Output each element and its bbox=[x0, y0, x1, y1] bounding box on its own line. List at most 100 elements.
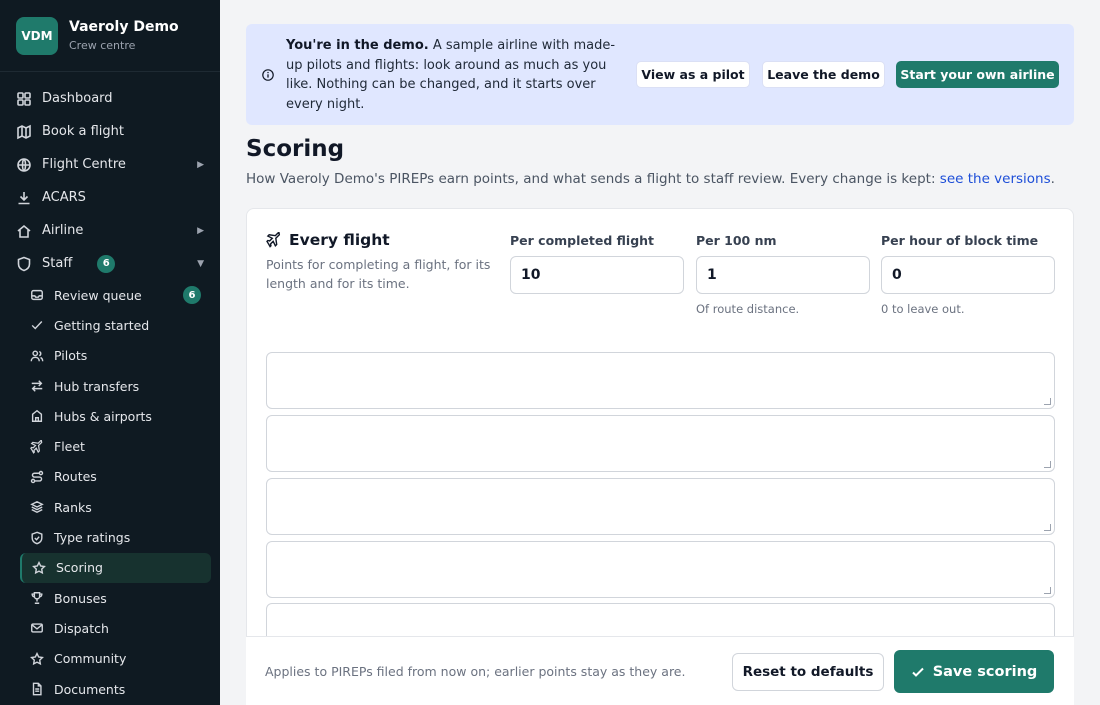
nav-label: ACARS bbox=[42, 190, 86, 205]
sidebar-item-label: Review queue bbox=[54, 287, 142, 303]
sidebar-item-label: Routes bbox=[54, 469, 97, 485]
page-description-text: How Vaeroly Demo's PIREPs earn points, a… bbox=[246, 171, 940, 187]
chevron-right-icon: ▶ bbox=[197, 159, 204, 170]
page-description-end: . bbox=[1050, 171, 1055, 187]
plane-icon bbox=[266, 232, 281, 248]
see-versions-link[interactable]: see the versions bbox=[940, 171, 1051, 187]
text-area[interactable] bbox=[266, 478, 1055, 535]
layers-icon bbox=[30, 500, 44, 514]
sidebar-item-type-ratings[interactable]: Type ratings bbox=[20, 522, 211, 552]
section-description: Points for completing a flight, for its … bbox=[266, 257, 491, 291]
nav-label: Airline bbox=[42, 223, 84, 238]
reset-defaults-button[interactable]: Reset to defaults bbox=[732, 653, 884, 691]
mail-icon bbox=[30, 621, 44, 635]
document-icon bbox=[30, 682, 44, 696]
sidebar-item-label: Type ratings bbox=[54, 530, 131, 546]
per-100nm-field: Per 100 nm 1 Of route distance. bbox=[696, 233, 870, 316]
sidebar-item-hubs-airports[interactable]: Hubs & airports bbox=[20, 401, 211, 431]
route-icon bbox=[30, 470, 44, 484]
save-scoring-label: Save scoring bbox=[932, 663, 1038, 680]
main-content: You're in the demo. A sample airline wit… bbox=[220, 0, 1100, 705]
dashboard-icon bbox=[16, 91, 32, 107]
save-scoring-button[interactable]: Save scoring bbox=[894, 650, 1054, 693]
staff-submenu: Review queue 6 Getting started Pilots Hu… bbox=[0, 280, 220, 704]
info-icon bbox=[262, 69, 274, 81]
every-flight-card: Every flight Points for completing a fli… bbox=[246, 208, 1074, 705]
plane-icon bbox=[30, 439, 44, 454]
per-completed-flight-input[interactable]: 10 bbox=[510, 256, 684, 294]
save-bar: Applies to PIREPs filed from now on; ear… bbox=[246, 636, 1074, 705]
staff-count-badge: 6 bbox=[97, 254, 116, 273]
brand[interactable]: VDM Vaeroly Demo Crew centre bbox=[0, 0, 220, 72]
transfer-icon bbox=[30, 379, 44, 393]
nav-item-dashboard[interactable]: Dashboard bbox=[0, 82, 220, 115]
main-nav: Dashboard Book a flight Flight Centre ▶ … bbox=[0, 82, 220, 704]
sidebar-item-label: Scoring bbox=[56, 560, 103, 576]
per-hour-block-input[interactable]: 0 bbox=[881, 256, 1055, 294]
field-help: 0 to leave out. bbox=[881, 302, 965, 316]
sidebar-item-label: Hubs & airports bbox=[54, 408, 152, 424]
sidebar-item-label: Fleet bbox=[54, 439, 85, 455]
nav-label: Book a flight bbox=[42, 124, 124, 139]
sidebar-item-pilots[interactable]: Pilots bbox=[20, 341, 211, 371]
sidebar-item-getting-started[interactable]: Getting started bbox=[20, 310, 211, 340]
inbox-icon bbox=[30, 288, 44, 302]
sidebar-item-dispatch[interactable]: Dispatch bbox=[20, 613, 211, 643]
home-icon bbox=[16, 223, 32, 239]
leave-demo-button[interactable]: Leave the demo bbox=[762, 61, 885, 88]
sidebar-item-label: Dispatch bbox=[54, 620, 109, 636]
field-help: Of route distance. bbox=[696, 302, 800, 316]
view-as-pilot-button[interactable]: View as a pilot bbox=[636, 61, 750, 88]
demo-banner-lead: You're in the demo. bbox=[286, 38, 429, 53]
sidebar-item-hub-transfers[interactable]: Hub transfers bbox=[20, 371, 211, 401]
shield-check-icon bbox=[30, 531, 44, 545]
star-outline-icon bbox=[30, 651, 44, 666]
nav-item-book-a-flight[interactable]: Book a flight bbox=[0, 115, 220, 148]
text-area[interactable] bbox=[266, 352, 1055, 409]
users-icon bbox=[30, 349, 44, 363]
sidebar-item-community[interactable]: Community bbox=[20, 644, 211, 674]
check-icon bbox=[911, 667, 924, 677]
nav-label: Flight Centre bbox=[42, 157, 126, 172]
per-100nm-input[interactable]: 1 bbox=[696, 256, 870, 294]
review-count-badge: 6 bbox=[183, 286, 201, 304]
nav-item-flight-centre[interactable]: Flight Centre ▶ bbox=[0, 148, 220, 181]
sidebar-item-ranks[interactable]: Ranks bbox=[20, 492, 211, 522]
sidebar-item-documents[interactable]: Documents bbox=[20, 674, 211, 704]
brand-logo: VDM bbox=[16, 16, 58, 55]
text-area[interactable] bbox=[266, 415, 1055, 472]
sidebar-item-bonuses[interactable]: Bonuses bbox=[20, 583, 211, 613]
sidebar: VDM Vaeroly Demo Crew centre Dashboard B… bbox=[0, 0, 220, 705]
demo-banner-text: You're in the demo. A sample airline wit… bbox=[286, 36, 631, 114]
nav-item-airline[interactable]: Airline ▶ bbox=[0, 214, 220, 247]
field-label: Per 100 nm bbox=[696, 233, 777, 248]
sidebar-item-review-queue[interactable]: Review queue 6 bbox=[20, 280, 211, 310]
sidebar-item-fleet[interactable]: Fleet bbox=[20, 431, 211, 461]
page-title: Scoring bbox=[246, 136, 345, 162]
brand-subtitle: Crew centre bbox=[69, 39, 136, 52]
section-title: Every flight bbox=[289, 231, 390, 249]
text-area[interactable] bbox=[266, 541, 1055, 598]
nav-label: Dashboard bbox=[42, 91, 113, 106]
sidebar-item-label: Bonuses bbox=[54, 590, 107, 606]
sidebar-item-label: Hub transfers bbox=[54, 378, 140, 394]
shield-icon bbox=[16, 256, 32, 272]
nav-item-acars[interactable]: ACARS bbox=[0, 181, 220, 214]
brand-name: Vaeroly Demo bbox=[69, 19, 179, 35]
sidebar-item-routes[interactable]: Routes bbox=[20, 462, 211, 492]
nav-item-staff[interactable]: Staff 6 ▼ bbox=[0, 247, 220, 280]
check-icon bbox=[30, 318, 44, 332]
nav-label: Staff bbox=[42, 256, 73, 271]
sidebar-item-scoring[interactable]: Scoring bbox=[20, 552, 211, 583]
chevron-right-icon: ▶ bbox=[197, 225, 204, 236]
star-icon bbox=[32, 560, 46, 575]
trophy-icon bbox=[30, 591, 44, 605]
chevron-down-icon: ▼ bbox=[197, 258, 204, 269]
building-icon bbox=[30, 409, 44, 423]
sidebar-item-label: Documents bbox=[54, 681, 126, 697]
map-icon bbox=[16, 124, 32, 140]
field-label: Per hour of block time bbox=[881, 233, 1039, 248]
save-bar-note: Applies to PIREPs filed from now on; ear… bbox=[265, 664, 686, 679]
sidebar-item-label: Pilots bbox=[54, 348, 88, 364]
start-own-airline-button[interactable]: Start your own airline bbox=[896, 61, 1059, 88]
